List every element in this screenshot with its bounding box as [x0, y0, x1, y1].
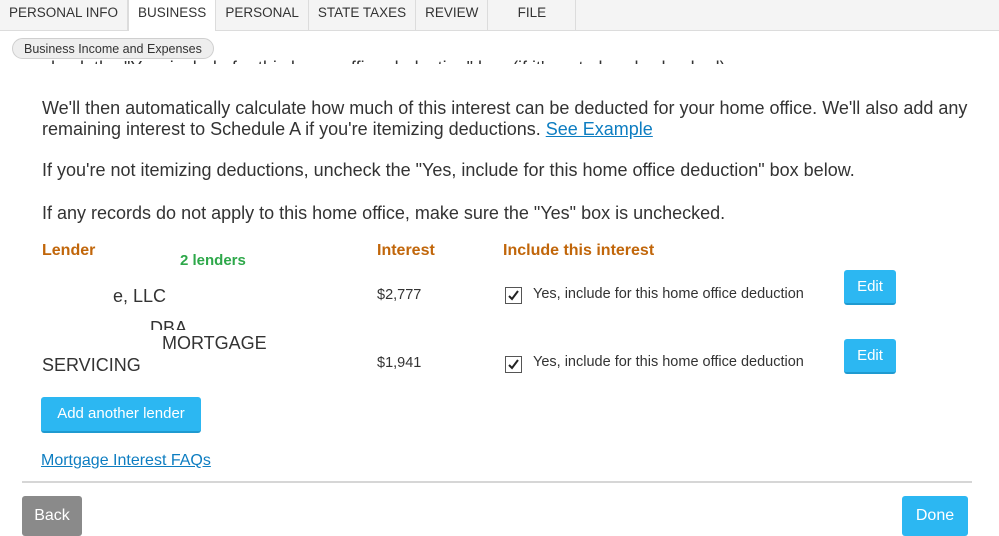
interest-column-header: Interest: [377, 242, 435, 259]
tab-state-taxes[interactable]: STATE TAXES: [309, 0, 417, 30]
tab-business[interactable]: BUSINESS: [128, 0, 217, 31]
interest-amount: $1,941: [377, 355, 422, 371]
paragraph-calculation-text: We'll then automatically calculate how m…: [42, 98, 968, 139]
lender-name-line: MORTGAGE: [162, 333, 267, 353]
lender-count-annotation: 2 lenders: [180, 252, 246, 269]
add-another-lender-button[interactable]: Add another lender: [41, 397, 201, 433]
lender-name-line: SERVICING: [42, 355, 141, 375]
lender-column-header: Lender: [42, 242, 96, 259]
include-checkbox-label[interactable]: Yes, include for this home office deduct…: [533, 286, 804, 302]
tab-personal[interactable]: PERSONAL: [216, 0, 309, 30]
edit-lender-button[interactable]: Edit: [844, 270, 896, 305]
include-checkbox[interactable]: [505, 287, 522, 304]
back-button[interactable]: Back: [22, 496, 82, 536]
lender-name-line: DBA: [150, 321, 187, 330]
breadcrumb[interactable]: Business Income and Expenses: [12, 38, 214, 59]
tab-review[interactable]: REVIEW: [416, 0, 489, 30]
checkmark-icon: [508, 290, 519, 301]
mortgage-interest-faqs-link[interactable]: Mortgage Interest FAQs: [41, 452, 211, 470]
divider: [22, 481, 972, 483]
paragraph-records: If any records do not apply to this home…: [42, 203, 726, 223]
paragraph-not-itemizing: If you're not itemizing deductions, unch…: [42, 160, 855, 180]
include-checkbox[interactable]: [505, 356, 522, 373]
checkmark-icon: [508, 359, 519, 370]
tab-bar: PERSONAL INFO BUSINESS PERSONAL STATE TA…: [0, 0, 999, 31]
tab-file[interactable]: FILE: [488, 0, 577, 30]
tab-personal-info[interactable]: PERSONAL INFO: [0, 0, 129, 30]
interest-amount: $2,777: [377, 287, 422, 303]
include-checkbox-label[interactable]: Yes, include for this home office deduct…: [533, 354, 804, 370]
see-example-link[interactable]: See Example: [546, 119, 653, 139]
done-button[interactable]: Done: [902, 496, 968, 536]
edit-lender-button[interactable]: Edit: [844, 339, 896, 374]
include-column-header: Include this interest: [503, 242, 655, 259]
lender-name: e, LLC: [113, 286, 167, 306]
paragraph-calculation: We'll then automatically calculate how m…: [42, 98, 972, 140]
breadcrumb-bar: Business Income and Expenses: [0, 31, 999, 64]
